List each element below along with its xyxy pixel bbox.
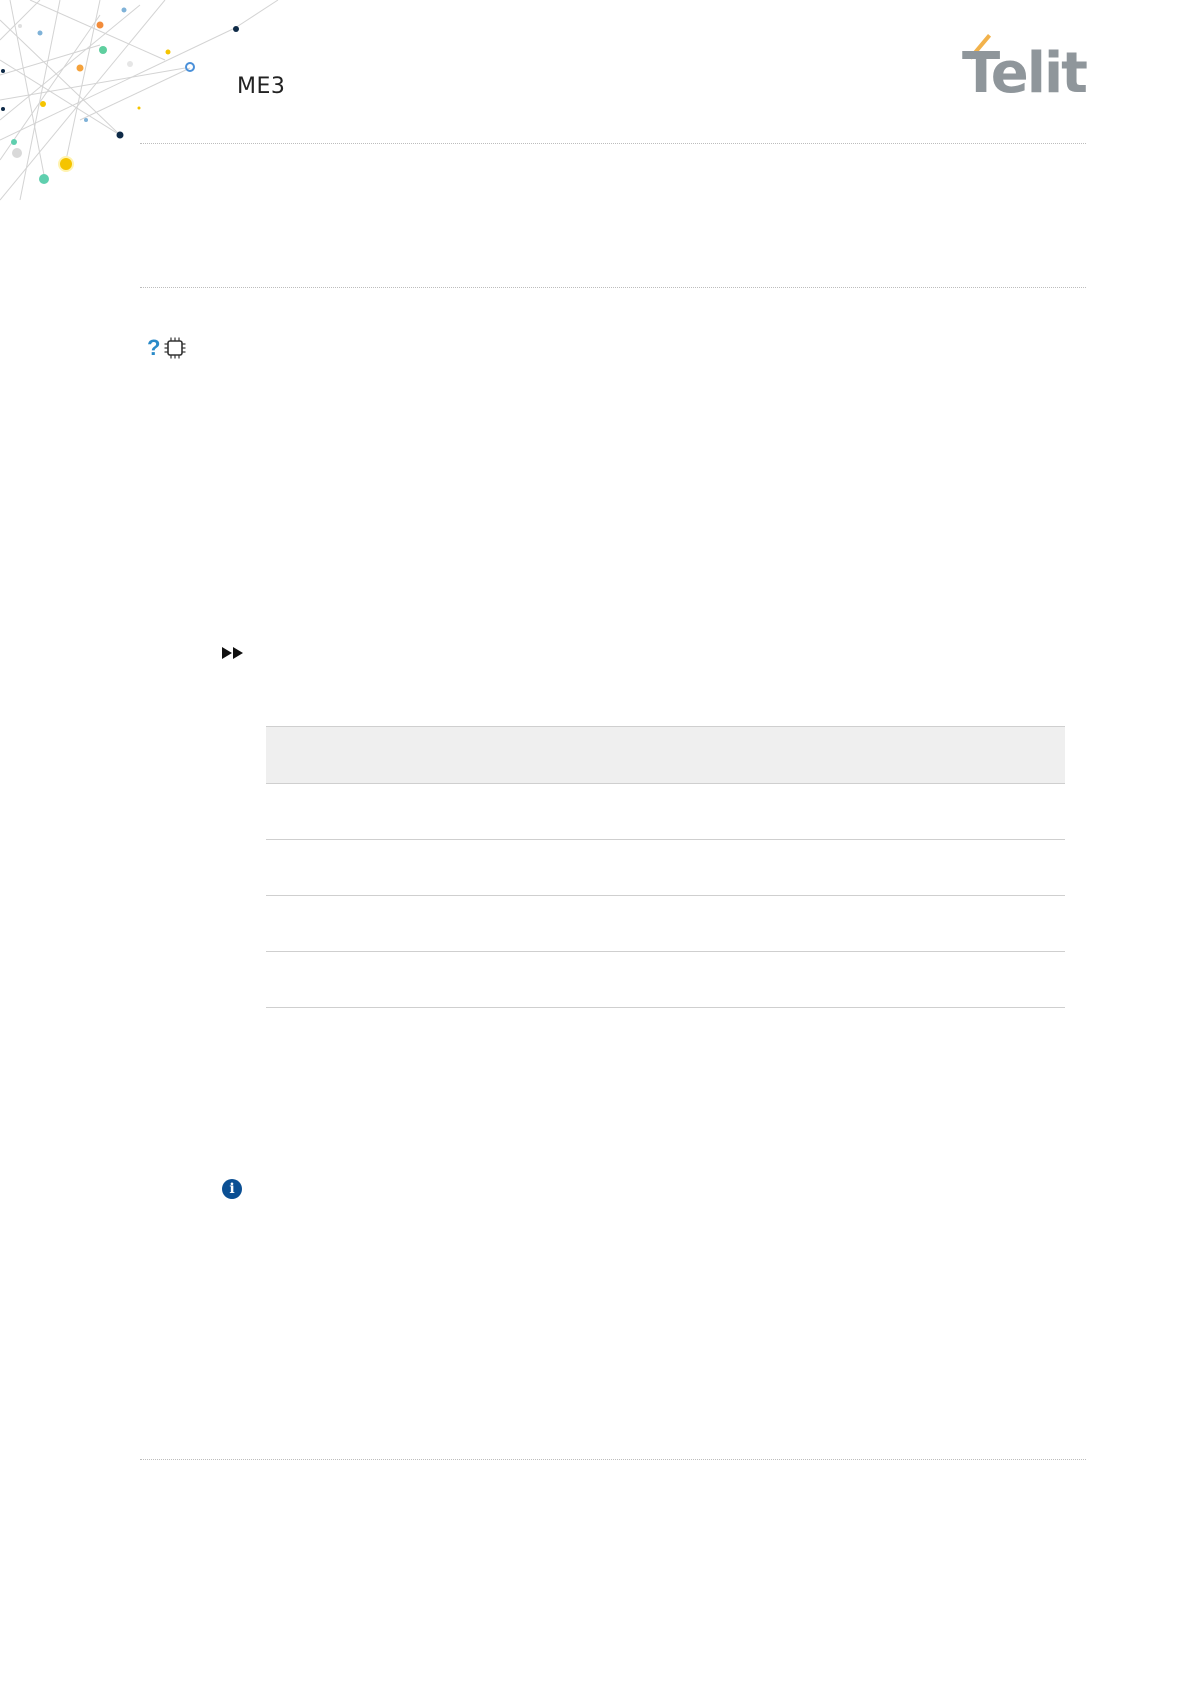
decorative-network-graphic	[0, 0, 279, 201]
section-divider	[140, 287, 1086, 288]
help-icon: ?	[147, 335, 161, 360]
table-row	[266, 784, 1065, 840]
logo-text: Telit	[962, 41, 1088, 106]
footer-divider	[140, 1459, 1086, 1460]
info-icon: i	[222, 1179, 242, 1199]
header-divider	[140, 143, 1086, 144]
table-header	[266, 726, 1065, 784]
data-table	[266, 726, 1065, 1008]
table-row	[266, 840, 1065, 896]
fast-forward-icon	[222, 647, 243, 659]
document-title: ME3	[237, 74, 286, 99]
table-row	[266, 952, 1065, 1008]
telit-logo: Telit	[962, 28, 1088, 106]
table-row	[266, 896, 1065, 952]
chip-icon	[164, 337, 186, 359]
